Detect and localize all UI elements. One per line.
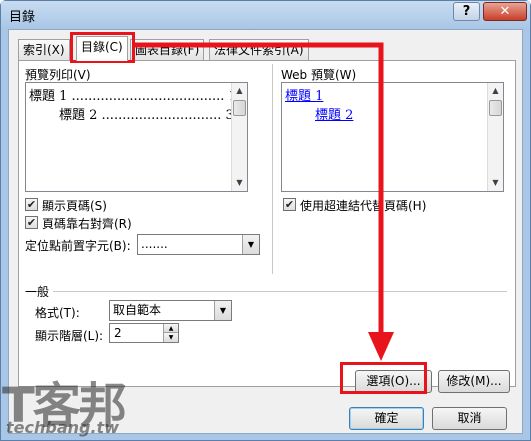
tab-table-of-contents[interactable]: 目錄(C)	[76, 36, 128, 61]
annotation-arrow-icon	[135, 42, 394, 361]
